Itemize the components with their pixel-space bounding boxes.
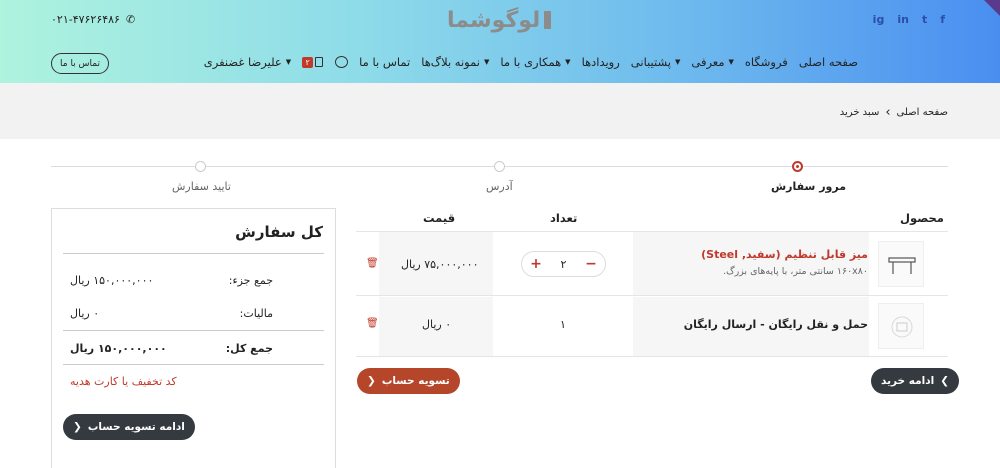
- increase-button[interactable]: +: [529, 256, 543, 272]
- breadcrumb: صفحه اصلی › سبد خرید: [840, 105, 948, 120]
- checkout-button[interactable]: تسویه حساب ❮: [357, 368, 460, 394]
- nav-label: صفحه اصلی: [798, 55, 858, 69]
- nav-label: پشتیبانی: [630, 55, 671, 69]
- tax-label: مالیات:: [239, 307, 273, 320]
- continue-checkout-button[interactable]: ادامه تسویه حساب ❮: [63, 414, 195, 440]
- trash-icon[interactable]: 🗑: [366, 318, 379, 329]
- nav-label: رویدادها: [581, 55, 620, 69]
- breadcrumb-home[interactable]: صفحه اصلی: [897, 107, 948, 118]
- shipping-icon: [891, 316, 913, 338]
- cell-shade: [633, 232, 869, 295]
- step-review-label: مرور سفارش: [771, 180, 847, 193]
- summary-divider: [63, 253, 324, 254]
- product-image-desk[interactable]: [878, 241, 924, 287]
- caret-down-icon: ▼: [483, 58, 490, 66]
- cart-button[interactable]: ۲: [302, 55, 324, 69]
- phone-icon: ✆: [125, 13, 136, 26]
- site-logo[interactable]: لوگوشما: [447, 4, 551, 36]
- breadcrumb-current: سبد خرید: [839, 107, 880, 118]
- caret-down-icon: ▼: [285, 58, 292, 66]
- nav-item-shop[interactable]: فروشگاه: [745, 55, 788, 69]
- step-address-dot: [494, 161, 505, 172]
- phone-contact[interactable]: ۰۲۱-۴۷۶۲۶۴۸۶ ✆: [51, 13, 135, 26]
- caret-down-icon: ▼: [674, 58, 681, 66]
- step-address-label: آدرس: [486, 180, 513, 193]
- twitter-icon[interactable]: t: [922, 13, 927, 26]
- tax-value: ۰ ریال: [70, 307, 100, 320]
- coupon-link[interactable]: کد تخفیف یا کارت هدیه: [70, 375, 177, 388]
- button-label: ادامه تسویه حساب: [87, 421, 185, 433]
- nav-label: فروشگاه: [744, 55, 788, 69]
- row-price: ۷۵,۰۰۰,۰۰۰ ریال: [401, 258, 479, 271]
- summary-divider: [63, 364, 324, 365]
- instagram-icon[interactable]: ig: [873, 13, 885, 26]
- nav-item-support[interactable]: پشتیبانی ▼: [631, 55, 681, 69]
- logo-mark: [544, 11, 551, 29]
- chat-icon[interactable]: [335, 56, 349, 68]
- product-name[interactable]: میز قابل تنظیم (سفید, Steel): [701, 248, 868, 261]
- logo-text: لوگوشما: [447, 7, 541, 33]
- column-header-product: محصول: [900, 211, 944, 225]
- site-header: ۰۲۱-۴۷۶۲۶۴۸۶ ✆ لوگوشما ig in t f تماس با…: [0, 0, 1000, 83]
- product-image-shipping[interactable]: [878, 303, 924, 349]
- caret-down-icon: ▼: [728, 58, 734, 66]
- desk-icon: [888, 257, 916, 274]
- linkedin-icon[interactable]: in: [897, 13, 909, 26]
- step-confirm-dot: [195, 161, 206, 172]
- contact-us-button[interactable]: تماس با ما: [51, 53, 109, 74]
- quantity-stepper: + ۲ −: [521, 251, 606, 277]
- column-header-quantity: تعداد: [550, 211, 578, 225]
- button-label: تسویه حساب: [381, 375, 450, 387]
- quantity-value: ۱: [560, 318, 566, 331]
- chevron-right-icon: ❯: [940, 375, 950, 387]
- nav-item-home[interactable]: صفحه اصلی: [799, 55, 858, 69]
- step-confirm-label: تایید سفارش: [172, 180, 231, 193]
- corner-ribbon: [984, 0, 1000, 16]
- subtotal-label: جمع جزء:: [228, 274, 273, 287]
- nav-label: همکاری با ما: [500, 55, 562, 69]
- nav-item-contact[interactable]: تماس با ما: [359, 55, 410, 69]
- total-value: ۱۵۰,۰۰۰,۰۰۰ ریال: [70, 342, 167, 355]
- product-subtitle: ۱۶۰x۸۰ سانتی متر، با پایه‌های بزرگ.: [723, 266, 868, 277]
- nav-item-blogs[interactable]: نمونه بلاگ‌ها ▼: [421, 55, 489, 69]
- trash-icon[interactable]: 🗑: [366, 258, 379, 269]
- nav-item-about[interactable]: معرفی ▼: [691, 55, 734, 69]
- column-header-price: قیمت: [423, 211, 456, 225]
- cart-count-badge: ۲: [302, 56, 314, 68]
- phone-number: ۰۲۱-۴۷۶۲۶۴۸۶: [51, 13, 120, 26]
- chevron-left-icon: ❮: [367, 375, 376, 387]
- button-label: ادامه خرید: [881, 375, 935, 387]
- caret-down-icon: ▼: [565, 58, 571, 66]
- nav-item-events[interactable]: رویدادها: [582, 55, 620, 69]
- subtotal-value: ۱۵۰,۰۰۰,۰۰۰ ریال: [70, 274, 154, 287]
- quantity-value[interactable]: ۲: [561, 258, 567, 271]
- continue-shopping-button[interactable]: ❯ ادامه خرید: [871, 368, 960, 394]
- main-nav: صفحه اصلی فروشگاه معرفی ▼ پشتیبانی ▼ رویدا…: [204, 55, 858, 69]
- nav-item-partner[interactable]: همکاری با ما ▼: [500, 55, 570, 69]
- summary-title: کل سفارش: [235, 223, 323, 241]
- social-links: ig in t f: [873, 13, 945, 26]
- chevron-left-icon: ›: [885, 105, 891, 120]
- nav-label: تماس با ما: [359, 55, 411, 69]
- total-label: جمع کل:: [225, 342, 273, 355]
- shopping-bag-icon: [315, 57, 324, 67]
- nav-label: نمونه بلاگ‌ها: [421, 55, 480, 69]
- summary-divider: [63, 330, 324, 331]
- product-name[interactable]: حمل و نقل رایگان - ارسال رایگان: [684, 318, 868, 331]
- step-review-dot: [792, 161, 803, 172]
- user-menu[interactable]: علیرضا غضنفری ▼: [204, 55, 291, 69]
- decrease-button[interactable]: −: [584, 256, 598, 272]
- chevron-left-icon: ❮: [73, 421, 82, 433]
- facebook-icon[interactable]: f: [940, 13, 945, 26]
- row-price: ۰ ریال: [422, 318, 452, 331]
- user-name: علیرضا غضنفری: [203, 55, 282, 69]
- nav-label: معرفی: [691, 55, 725, 69]
